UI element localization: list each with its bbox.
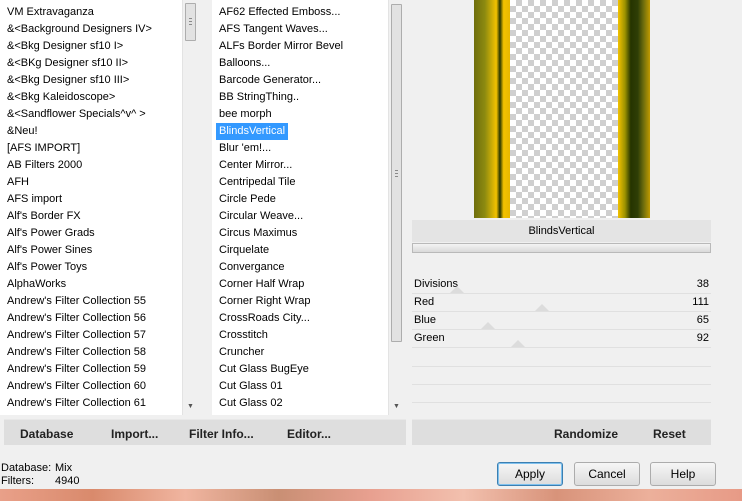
- category-list-item[interactable]: [AFS IMPORT]: [4, 140, 83, 157]
- filter-list-item[interactable]: Cut Glass 01: [216, 378, 286, 395]
- category-list-item[interactable]: Andrew's Filter Collection 58: [4, 344, 149, 361]
- filter-list-item[interactable]: Cut Glass 02: [216, 395, 286, 412]
- slider-thumb[interactable]: [535, 304, 549, 311]
- slider-thumb[interactable]: [481, 322, 495, 329]
- category-list-item[interactable]: VM Extravaganza: [4, 4, 97, 21]
- filter-list-item[interactable]: Corner Right Wrap: [216, 293, 314, 310]
- dialog-right-border: [720, 0, 742, 489]
- database-label: Database:: [1, 462, 52, 474]
- help-button[interactable]: Help: [650, 462, 716, 486]
- reset-button[interactable]: Reset: [653, 427, 686, 441]
- empty-slider-area: [412, 349, 711, 415]
- filter-info-button[interactable]: Filter Info...: [189, 427, 254, 441]
- cancel-button[interactable]: Cancel: [574, 462, 640, 486]
- filter-list-scrollbar[interactable]: ▼: [388, 0, 404, 415]
- preview-panel: [412, 0, 711, 218]
- filter-list-item[interactable]: Convergance: [216, 259, 287, 276]
- filter-list-item[interactable]: BB StringThing..: [216, 89, 302, 106]
- editor-button[interactable]: Editor...: [287, 427, 331, 441]
- filter-list-item[interactable]: Cirquelate: [216, 242, 272, 259]
- filter-list-item[interactable]: Cut Glass BugEye: [216, 361, 312, 378]
- filter-list-item[interactable]: Circular Weave...: [216, 208, 306, 225]
- slider-green[interactable]: Green 92: [412, 330, 711, 348]
- category-list-item[interactable]: &<Background Designers IV>: [4, 21, 155, 38]
- progress-bar: [412, 243, 711, 253]
- randomize-button[interactable]: Randomize: [554, 427, 618, 441]
- category-list-item[interactable]: &<BKg Designer sf10 II>: [4, 55, 131, 72]
- filter-list-item[interactable]: ALFs Border Mirror Bevel: [216, 38, 346, 55]
- category-list[interactable]: VM Extravaganza &<Background Designers IV…: [0, 0, 182, 415]
- filter-list[interactable]: AF62 Effected Emboss... AFS Tangent Waves…: [212, 0, 388, 415]
- filter-list-item[interactable]: BlindsVertical: [216, 123, 289, 140]
- filter-list-item[interactable]: Circle Pede: [216, 191, 279, 208]
- category-list-item[interactable]: Andrew's Filter Collection 59: [4, 361, 149, 378]
- category-list-scrollbar[interactable]: ▼: [182, 0, 198, 415]
- canvas-background-strip: [0, 489, 742, 501]
- import-button[interactable]: Import...: [111, 427, 158, 441]
- filters-count: 4940: [55, 475, 80, 487]
- database-button[interactable]: Database: [20, 427, 73, 441]
- filter-list-item[interactable]: Balloons...: [216, 55, 273, 72]
- filter-name-bar: BlindsVertical: [412, 220, 711, 242]
- category-list-item[interactable]: Andrew's Filter Collection 55: [4, 293, 149, 310]
- category-list-item[interactable]: Alf's Power Toys: [4, 259, 90, 276]
- database-value: Mix: [55, 462, 73, 474]
- scroll-down-arrow-icon[interactable]: ▼: [183, 400, 198, 414]
- filter-list-item[interactable]: Crosstitch: [216, 327, 271, 344]
- preview-stripe-left: [474, 0, 510, 218]
- filter-list-item[interactable]: CrossRoads City...: [216, 310, 313, 327]
- category-list-item[interactable]: AFH: [4, 174, 32, 191]
- category-list-item[interactable]: AFS import: [4, 191, 65, 208]
- category-list-item[interactable]: &<Sandflower Specials^v^ >: [4, 106, 149, 123]
- filter-list-item[interactable]: Centripedal Tile: [216, 174, 298, 191]
- category-list-item[interactable]: Andrew's Filter Collection 56: [4, 310, 149, 327]
- filter-toolbar: Database Import... Filter Info... Editor…: [4, 419, 406, 445]
- filters-label: Filters:: [1, 475, 34, 487]
- category-list-item[interactable]: &<Bkg Designer sf10 I>: [4, 38, 126, 55]
- category-list-item[interactable]: &Neu!: [4, 123, 41, 140]
- category-list-item[interactable]: Andrew's Filter Collection 61: [4, 395, 149, 412]
- filter-list-item[interactable]: bee morph: [216, 106, 275, 123]
- category-list-item[interactable]: AB Filters 2000: [4, 157, 85, 174]
- filter-list-item[interactable]: Blur 'em!...: [216, 140, 274, 157]
- category-list-item[interactable]: &<Bkg Designer sf10 III>: [4, 72, 132, 89]
- apply-button[interactable]: Apply: [497, 462, 563, 486]
- filter-list-item[interactable]: Center Mirror...: [216, 157, 295, 174]
- slider-divisions[interactable]: Divisions 38: [412, 276, 711, 294]
- filter-list-item[interactable]: Barcode Generator...: [216, 72, 324, 89]
- preview-stripe-right: [618, 0, 650, 218]
- filter-list-item[interactable]: Circus Maximus: [216, 225, 300, 242]
- category-list-item[interactable]: Andrew's Filter Collection 57: [4, 327, 149, 344]
- preview-image: [474, 0, 650, 218]
- filter-list-item[interactable]: Cruncher: [216, 344, 267, 361]
- slider-thumb[interactable]: [511, 340, 525, 347]
- category-scroll-thumb[interactable]: [185, 3, 196, 41]
- category-list-item[interactable]: Alf's Power Grads: [4, 225, 98, 242]
- category-list-item[interactable]: AlphaWorks: [4, 276, 69, 293]
- slider-red[interactable]: Red 111: [412, 294, 711, 312]
- filter-list-item[interactable]: AF62 Effected Emboss...: [216, 4, 343, 21]
- parameter-toolbar: Randomize Reset: [412, 419, 711, 445]
- category-list-item[interactable]: Alf's Power Sines: [4, 242, 95, 259]
- category-list-item[interactable]: &<Bkg Kaleidoscope>: [4, 89, 118, 106]
- category-list-item[interactable]: Alf's Border FX: [4, 208, 84, 225]
- slider-thumb[interactable]: [450, 286, 464, 293]
- filter-name-label: BlindsVertical: [528, 225, 595, 237]
- filter-list-item[interactable]: AFS Tangent Waves...: [216, 21, 331, 38]
- category-list-item[interactable]: Andrew's Filter Collection 60: [4, 378, 149, 395]
- scroll-down-arrow-icon[interactable]: ▼: [389, 400, 404, 414]
- filter-scroll-thumb[interactable]: [391, 4, 402, 342]
- filter-list-item[interactable]: Corner Half Wrap: [216, 276, 307, 293]
- slider-blue[interactable]: Blue 65: [412, 312, 711, 330]
